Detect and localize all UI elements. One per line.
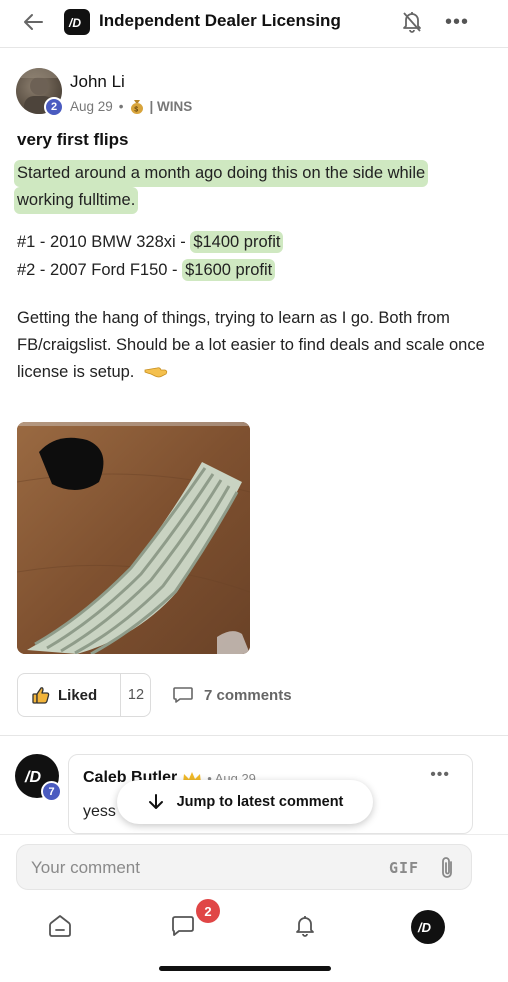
highlighted-text: Started around a month ago doing this on…: [14, 160, 429, 187]
like-divider: [120, 674, 121, 716]
flip-line-1: #1 - 2010 BMW 328xi - $1400 profit: [17, 231, 284, 253]
post-date: Aug 29: [70, 98, 113, 114]
flip-description: #2 - 2007 Ford F150 -: [17, 261, 183, 279]
post-title: very first flips: [17, 130, 129, 149]
community-title[interactable]: Independent Dealer Licensing: [99, 11, 341, 31]
paperclip-icon[interactable]: [439, 856, 457, 880]
notifications-icon[interactable]: [289, 910, 321, 942]
comment-text: yess: [83, 803, 116, 820]
post-category[interactable]: | WINS: [150, 99, 193, 114]
commenter-level-badge: 7: [41, 781, 62, 802]
highlighted-text: working fulltime.: [14, 187, 139, 214]
pointing-hand-emoji-icon: [144, 367, 168, 378]
post-body-text: Getting the hang of things, trying to le…: [17, 309, 485, 381]
svg-text:/D: /D: [68, 16, 81, 29]
like-button[interactable]: Liked 12: [17, 673, 151, 717]
gif-button[interactable]: GIF: [389, 859, 419, 877]
post-intro: Started around a month ago doing this on…: [14, 160, 477, 214]
post-body: Getting the hang of things, trying to le…: [17, 305, 487, 386]
post-meta: Aug 29 • $ | WINS: [70, 98, 192, 114]
like-label: Liked: [58, 686, 98, 704]
svg-text:/D: /D: [417, 920, 432, 935]
flip-profit: $1400 profit: [190, 231, 284, 253]
section-divider: [0, 735, 508, 736]
community-logo[interactable]: /D: [64, 9, 90, 35]
author-level-badge: 2: [44, 97, 64, 117]
money-bag-icon: $: [130, 98, 144, 114]
profile-avatar[interactable]: /D: [411, 910, 445, 944]
comments-count: 7 comments: [204, 686, 292, 704]
comment-more-icon[interactable]: •••: [430, 767, 450, 783]
svg-text:$: $: [134, 107, 138, 114]
meta-separator: •: [118, 98, 124, 114]
thumbs-up-icon: [32, 687, 50, 704]
post-author-name[interactable]: John Li: [70, 72, 125, 92]
chat-icon[interactable]: [167, 910, 199, 942]
flip-profit: $1600 profit: [182, 259, 276, 281]
chat-badge: 2: [196, 899, 220, 923]
jump-label: Jump to latest comment: [176, 794, 344, 810]
flip-line-2: #2 - 2007 Ford F150 - $1600 profit: [17, 259, 276, 281]
notifications-off-icon[interactable]: [400, 9, 424, 35]
svg-text:/D: /D: [24, 769, 41, 786]
home-icon[interactable]: [44, 910, 76, 942]
jump-to-latest-button[interactable]: Jump to latest comment: [117, 780, 373, 824]
home-indicator: [159, 966, 331, 971]
comment-input[interactable]: [31, 855, 361, 881]
comment-composer: GIF: [16, 844, 472, 890]
arrow-down-icon: [148, 794, 163, 809]
like-count[interactable]: 12: [122, 687, 150, 703]
post-photo[interactable]: [17, 422, 250, 654]
comments-link[interactable]: 7 comments: [172, 685, 292, 705]
back-arrow-icon[interactable]: [20, 10, 48, 34]
top-bar: /D Independent Dealer Licensing •••: [0, 0, 508, 48]
comment-bubble-icon: [173, 687, 193, 703]
flip-description: #1 - 2010 BMW 328xi -: [17, 233, 191, 251]
like-inner: Liked: [32, 686, 97, 704]
more-options-icon[interactable]: •••: [445, 12, 469, 32]
